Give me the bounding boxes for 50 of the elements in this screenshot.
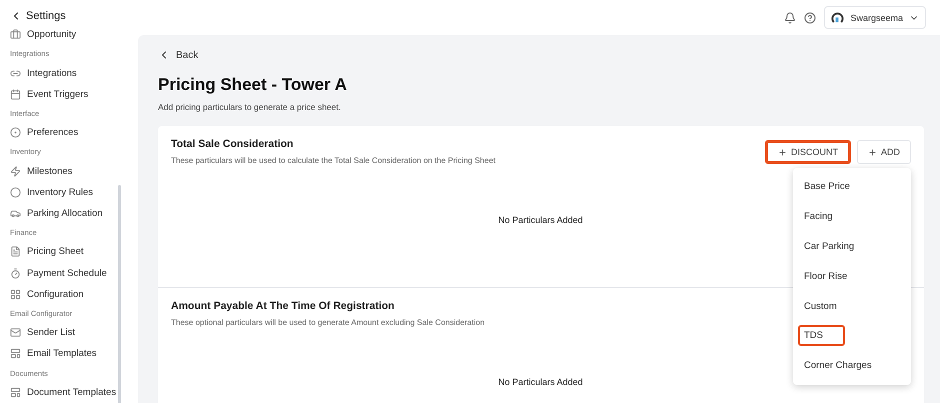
back-link[interactable]: Back bbox=[158, 49, 198, 61]
logo-icon bbox=[831, 11, 844, 24]
template-icon bbox=[10, 386, 21, 398]
briefcase-icon bbox=[10, 29, 21, 40]
menu-item[interactable]: Custom bbox=[798, 296, 859, 317]
timer-icon bbox=[10, 268, 21, 279]
section-title: Amount Payable At The Time Of Registration bbox=[171, 300, 394, 312]
lightning-icon bbox=[10, 166, 21, 177]
empty-state-text: No Particulars Added bbox=[498, 215, 583, 225]
template-icon bbox=[10, 348, 21, 360]
sidebar-item[interactable]: Milestones bbox=[10, 160, 138, 182]
document-icon bbox=[10, 246, 21, 258]
menu-item[interactable]: Corner Charges bbox=[798, 355, 894, 376]
help-icon[interactable] bbox=[804, 12, 816, 24]
grid-icon bbox=[10, 288, 21, 300]
add-button[interactable]: ADD bbox=[856, 140, 911, 164]
sidebar-item[interactable]: Integrations bbox=[10, 62, 138, 84]
sidebar-item[interactable]: Event Triggers bbox=[10, 84, 138, 105]
sidebar-item[interactable]: Configuration bbox=[10, 284, 138, 305]
empty-state-text: No Particulars Added bbox=[498, 377, 583, 387]
sidebar-item[interactable]: Payment Schedule bbox=[10, 262, 138, 284]
menu-item[interactable]: Floor Rise bbox=[798, 266, 870, 287]
discount-button[interactable]: DISCOUNT bbox=[764, 140, 851, 164]
calendar-icon bbox=[10, 88, 21, 100]
scrollbar[interactable] bbox=[118, 185, 121, 403]
sidebar-item[interactable]: Pricing Sheet bbox=[10, 241, 138, 262]
circle-icon bbox=[10, 186, 21, 198]
sidebar-item[interactable]: Email Templates bbox=[10, 343, 138, 364]
menu-item[interactable]: Base Price bbox=[798, 176, 872, 198]
user-menu-button[interactable]: Swargseema bbox=[824, 6, 926, 29]
section-description: These particulars will be used to calculate the Total Sale Consideration on the Pricing Sheet bbox=[171, 156, 496, 165]
sidebar-item[interactable]: Sender List bbox=[10, 322, 138, 344]
plus-icon bbox=[778, 148, 787, 156]
page-title: Pricing Sheet - Tower A bbox=[158, 75, 348, 95]
sidebar-item[interactable]: Document Templates bbox=[10, 382, 138, 403]
plus-icon bbox=[868, 148, 877, 156]
page-subtitle: Add pricing particulars to generate a price sheet. bbox=[158, 102, 342, 112]
section-description: These optional particulars will be used to generate Amount excluding Sale Consideration bbox=[171, 318, 485, 327]
sidebar-item[interactable]: Opportunity bbox=[10, 24, 138, 46]
sidebar-item[interactable]: Preferences bbox=[10, 122, 138, 144]
menu-item[interactable]: Car Parking bbox=[798, 236, 876, 257]
settings-back-link[interactable]: Settings bbox=[10, 10, 138, 22]
section-title: Total Sale Consideration bbox=[171, 138, 294, 150]
bell-icon[interactable] bbox=[784, 12, 796, 24]
sidebar-item[interactable]: Parking Allocation bbox=[10, 202, 138, 224]
target-icon bbox=[10, 127, 21, 138]
mail-icon bbox=[10, 327, 21, 338]
sidebar-item[interactable]: Inventory Rules bbox=[10, 182, 138, 203]
menu-item[interactable]: Facing bbox=[798, 206, 855, 228]
menu-item[interactable]: TDS bbox=[798, 325, 845, 346]
